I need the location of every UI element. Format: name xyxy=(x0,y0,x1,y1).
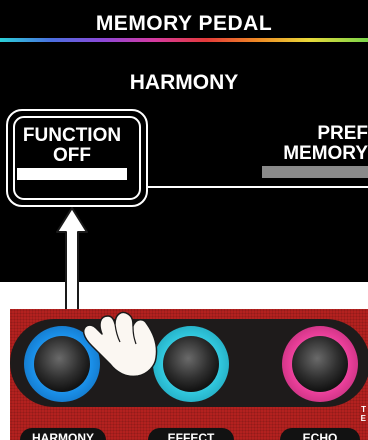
pedal-board: HARMONY EFFECT ECHO T E xyxy=(10,309,368,440)
divider-line xyxy=(148,186,368,188)
effect-knob[interactable] xyxy=(163,336,219,392)
function-label: FUNCTION xyxy=(22,125,122,146)
pref-memory-option[interactable]: PREF MEMORY xyxy=(258,124,368,164)
echo-button-label: ECHO xyxy=(280,428,360,440)
side-edge-text: T E xyxy=(361,405,366,423)
off-label: OFF xyxy=(53,145,91,166)
up-arrow-icon xyxy=(56,207,88,313)
pointing-hand-icon xyxy=(82,311,158,378)
title-underline xyxy=(0,38,368,42)
side-text-line1: T xyxy=(361,405,366,414)
function-off-option[interactable]: FUNCTION OFF xyxy=(14,126,130,166)
parameter-name: HARMONY xyxy=(129,71,239,94)
side-text-line2: E xyxy=(360,414,366,423)
effect-button-label: EFFECT xyxy=(148,428,234,440)
harmony-button-label: HARMONY xyxy=(20,428,106,440)
pref-label: PREF xyxy=(317,123,368,144)
function-off-indicator-bar xyxy=(17,168,127,180)
memory-label: MEMORY xyxy=(283,143,368,164)
screen-title: MEMORY PEDAL xyxy=(95,12,273,35)
echo-knob[interactable] xyxy=(292,336,348,392)
pref-memory-indicator-bar xyxy=(262,166,368,178)
